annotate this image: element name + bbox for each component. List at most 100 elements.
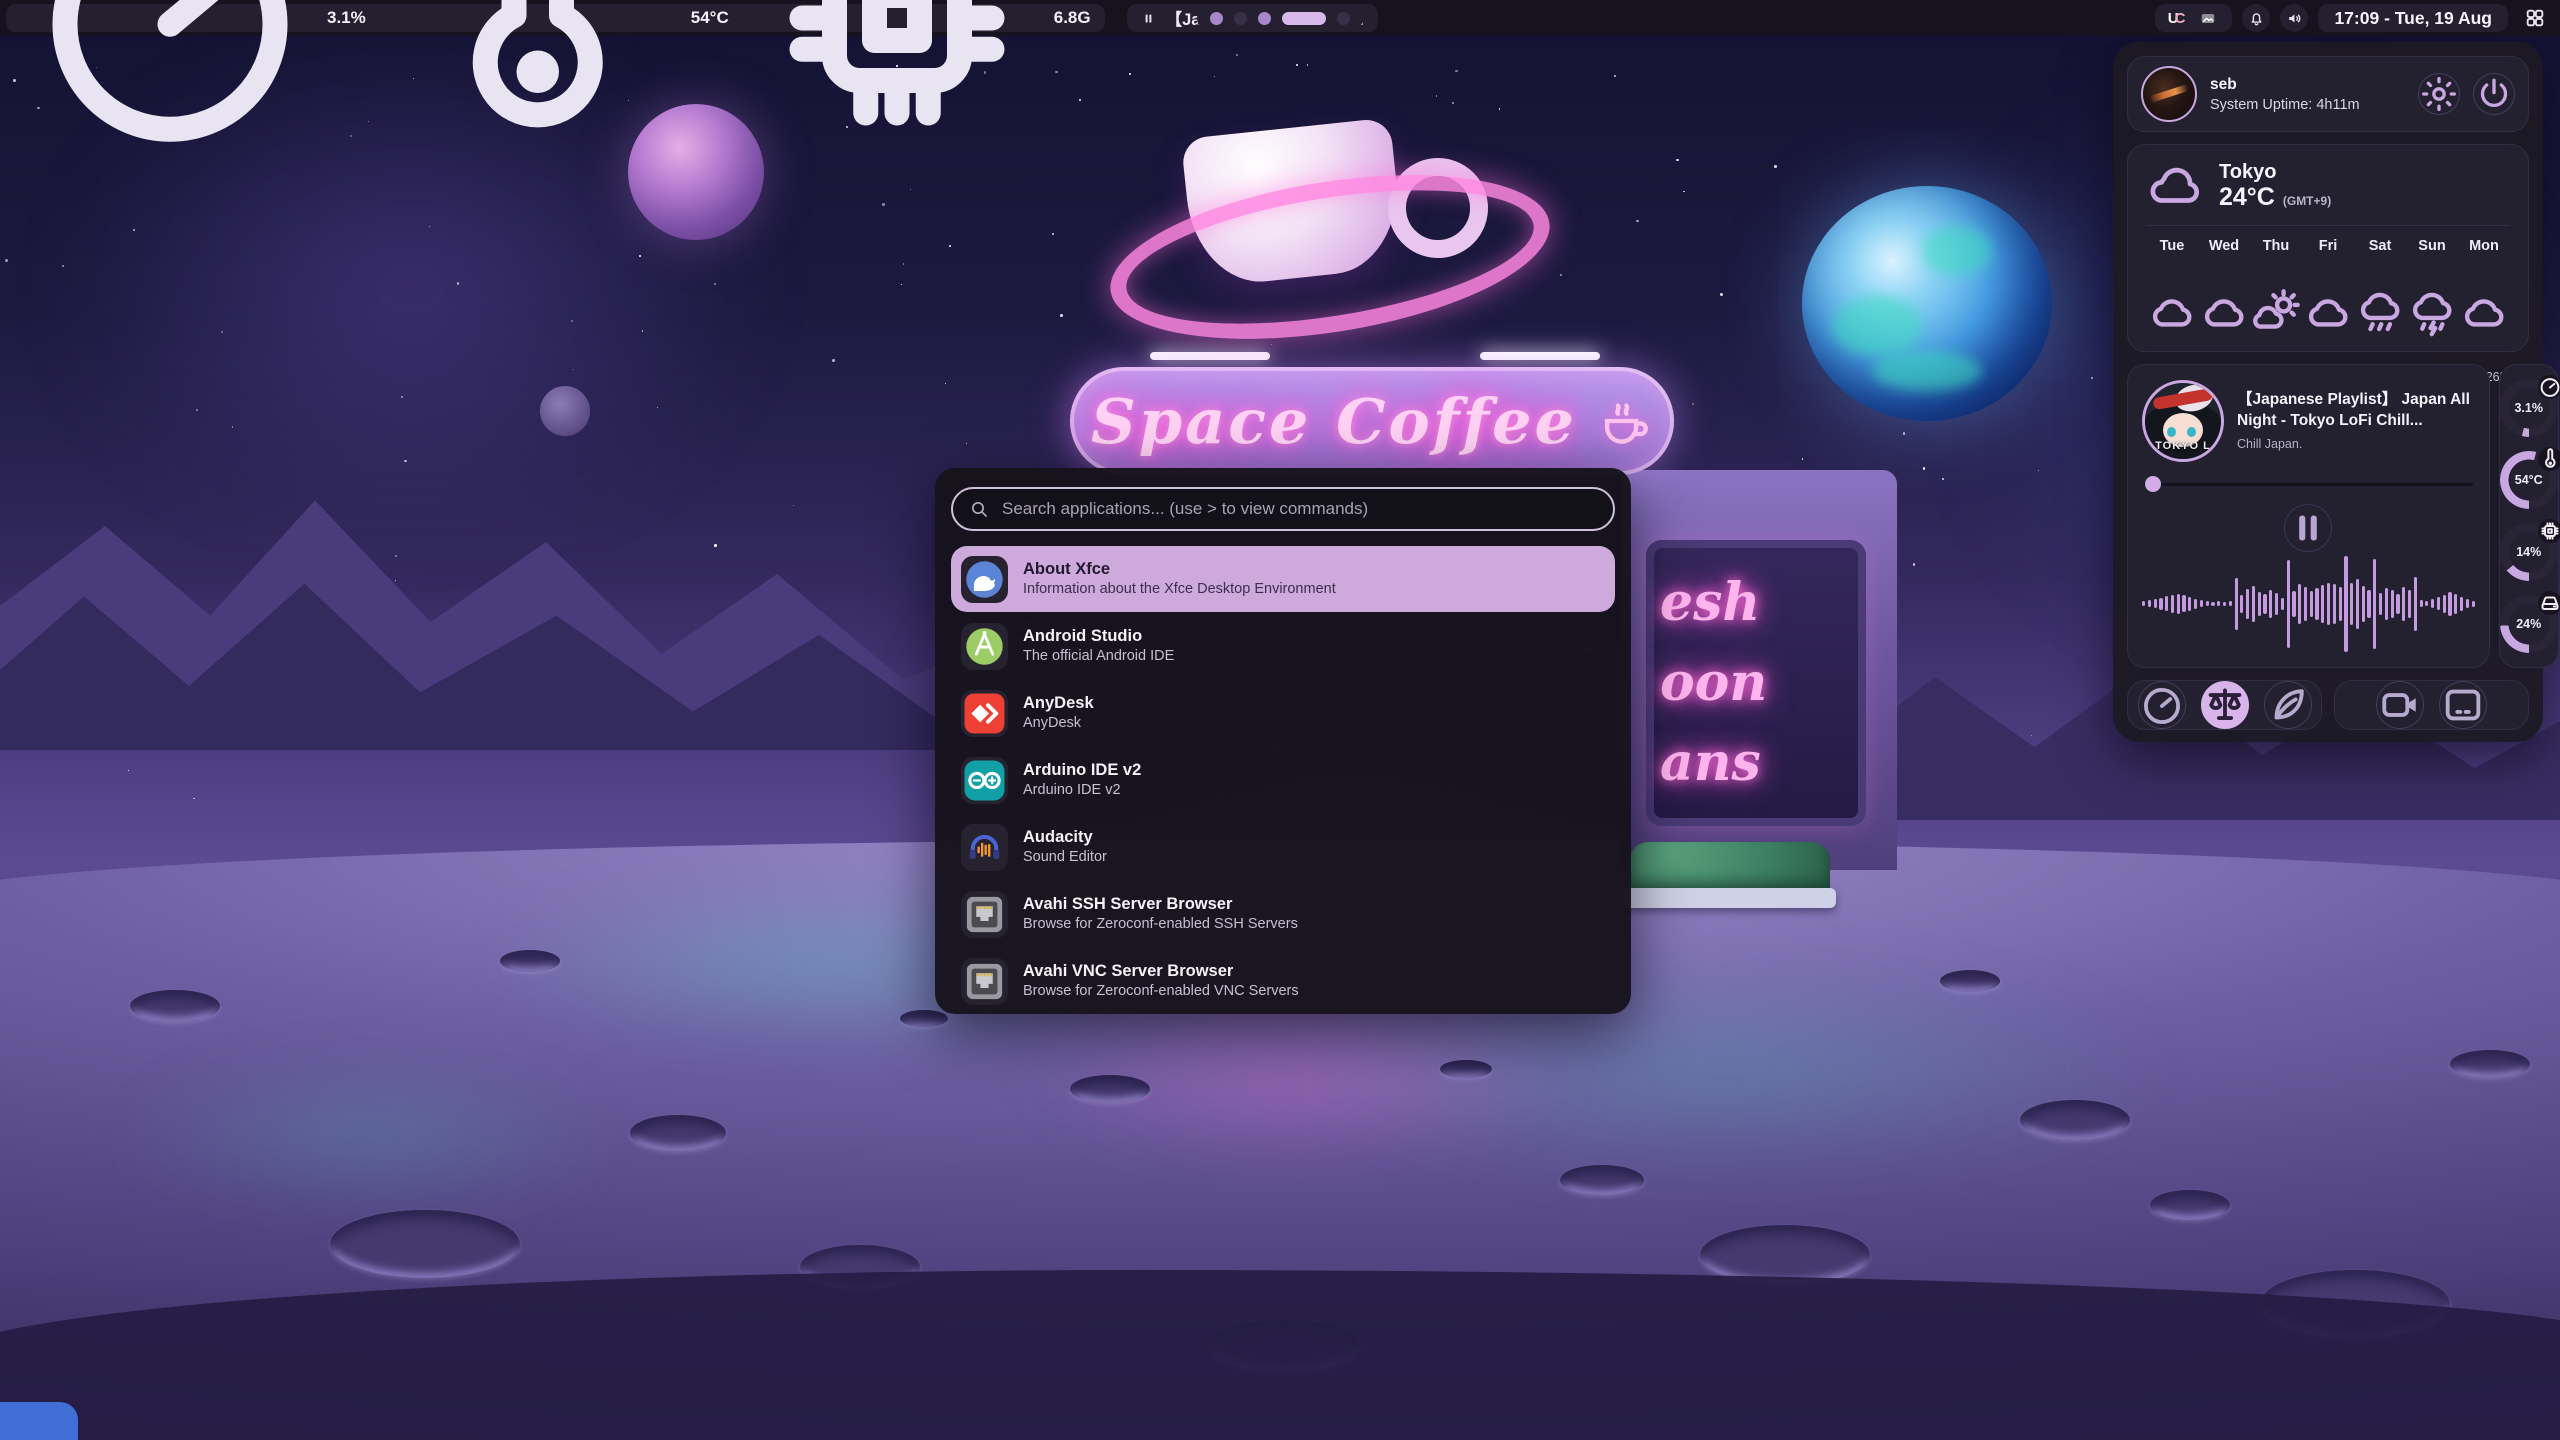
waveform-bar: [2443, 595, 2446, 613]
workspace-indicator[interactable]: [1197, 5, 1363, 32]
gauge: 14%: [2500, 523, 2558, 581]
power-profile-button[interactable]: [2264, 681, 2312, 729]
waveform-bar: [2182, 595, 2185, 612]
systray-pill[interactable]: UC: [2155, 4, 2233, 32]
suncloud-icon: [2250, 263, 2302, 362]
waveform-bar: [2315, 588, 2318, 620]
app-description: Browse for Zeroconf-enabled SSH Servers: [1023, 917, 1298, 933]
app-description: Information about the Xfce Desktop Envir…: [1023, 582, 1336, 598]
capture-button[interactable]: [2376, 681, 2424, 729]
cloud-icon: [2146, 263, 2198, 362]
search-bar[interactable]: [951, 487, 1615, 531]
power-profile-button[interactable]: [2201, 681, 2249, 729]
earth: [1802, 186, 2052, 421]
waveform-bar: [2339, 587, 2342, 621]
waveform-bar: [2287, 560, 2290, 648]
app-list: About Xfce Information about the Xfce De…: [951, 546, 1615, 1014]
forecast-day-label: Wed: [2198, 238, 2250, 254]
forecast-row: Tue 33°/24° Wed 35°/25° Thu 33°/26° Fri: [2146, 238, 2510, 337]
search-input[interactable]: [1000, 498, 1597, 520]
waveform-bar: [2298, 584, 2301, 624]
forecast-day-label: Thu: [2250, 238, 2302, 254]
app-list-item[interactable]: Android Studio The official Android IDE: [951, 613, 1615, 679]
waveform-bar: [2223, 602, 2226, 606]
waveform-bar: [2229, 601, 2232, 606]
waveform-bar: [2356, 579, 2359, 629]
seek-handle[interactable]: [2145, 476, 2161, 492]
chip-icon: [2538, 519, 2560, 543]
waveform-bar: [2200, 600, 2203, 607]
volume-button[interactable]: [2280, 4, 2308, 32]
network-icon: [961, 958, 1008, 1005]
workspace-dot[interactable]: [1282, 12, 1326, 25]
power-icon: [2474, 74, 2514, 114]
waveform-bar: [2414, 577, 2417, 631]
waveform-bar: [2252, 586, 2255, 622]
screenshot-icon: [2440, 682, 2486, 728]
waveform-bar: [2292, 591, 2295, 617]
app-description: AnyDesk: [1023, 716, 1094, 732]
power-button[interactable]: [2473, 73, 2515, 115]
avatar[interactable]: [2141, 66, 2197, 122]
waveform-bar: [2240, 595, 2243, 613]
app-name: Arduino IDE v2: [1023, 761, 1141, 779]
thermometer-icon: [384, 0, 684, 168]
waveform-bar: [2269, 590, 2272, 618]
app-list-item[interactable]: AnyDesk AnyDesk: [951, 680, 1615, 746]
app-name: AnyDesk: [1023, 694, 1094, 712]
track-artist: Chill Japan.: [2237, 437, 2475, 451]
waveform-bar: [2373, 559, 2376, 649]
pause-button[interactable]: [2284, 504, 2332, 552]
uc-tray-icon[interactable]: UC: [2168, 10, 2182, 27]
clock[interactable]: 17:09 - Tue, 19 Aug: [2318, 4, 2508, 32]
waveform-bar: [2206, 601, 2209, 606]
forecast-day: Mon 33°/26°: [2458, 238, 2510, 337]
waveform-bar: [2333, 584, 2336, 624]
workspace-dot[interactable]: [1210, 12, 1223, 25]
notifications-button[interactable]: [2242, 4, 2270, 32]
waveform-bar: [2472, 601, 2475, 607]
seek-slider[interactable]: [2142, 476, 2475, 492]
audacity-icon: [961, 824, 1008, 871]
power-profile-group: [2127, 680, 2322, 730]
capture-button[interactable]: [2439, 681, 2487, 729]
forecast-day: Thu 33°/26°: [2250, 238, 2302, 337]
weather-temp: 24°C: [2219, 184, 2275, 212]
forecast-day: Sun 33°/26°: [2406, 238, 2458, 337]
app-list-item[interactable]: About Xfce Information about the Xfce De…: [951, 546, 1615, 612]
app-list-item[interactable]: Avahi VNC Server Browser Browse for Zero…: [951, 948, 1615, 1014]
album-art[interactable]: TOKYO L: [2142, 380, 2224, 462]
weather-timezone: (GMT+9): [2283, 194, 2331, 208]
workspace-dot[interactable]: [1258, 12, 1271, 25]
androidstudio-icon: [961, 623, 1008, 670]
workspace-dot[interactable]: [1234, 12, 1247, 25]
uptime-label: System Uptime: 4h11m: [2210, 97, 2405, 113]
waveform-bar: [2437, 597, 2440, 610]
video-icon: [2377, 682, 2423, 728]
cafe-window: esh oon ans: [1646, 540, 1866, 826]
app-list-item[interactable]: Arduino IDE v2 Arduino IDE v2: [951, 747, 1615, 813]
app-list-item[interactable]: Audacity Sound Editor: [951, 814, 1615, 880]
app-icon-tile: [961, 757, 1008, 804]
app-name: Android Studio: [1023, 627, 1174, 645]
workspace-dot[interactable]: [1337, 12, 1350, 25]
neon-sign: Space Coffee: [1070, 367, 1674, 475]
waveform-bar: [2420, 600, 2423, 607]
weather-city: Tokyo: [2219, 161, 2331, 184]
waveform-bar: [2188, 597, 2191, 611]
gauge: 24%: [2500, 595, 2558, 653]
picture-tray-icon[interactable]: [2197, 10, 2219, 27]
grid-apps-icon[interactable]: [2524, 7, 2546, 29]
settings-button[interactable]: [2418, 73, 2460, 115]
waveform-bar: [2408, 590, 2411, 618]
mountains: [0, 430, 1050, 750]
waveform-visualizer: [2142, 556, 2475, 652]
system-stats-pill[interactable]: 3.1% 54°C 6.8G: [6, 4, 1105, 32]
app-launcher: About Xfce Information about the Xfce De…: [935, 468, 1631, 1014]
desktop: esh oon ans Space Coffee 3.1% 54°: [0, 0, 2560, 1440]
waveform-bar: [2148, 600, 2151, 607]
seek-track: [2144, 483, 2473, 486]
app-list-item[interactable]: Avahi SSH Server Browser Browse for Zero…: [951, 881, 1615, 947]
xfce-icon: [961, 556, 1008, 603]
power-profile-button[interactable]: [2138, 681, 2186, 729]
